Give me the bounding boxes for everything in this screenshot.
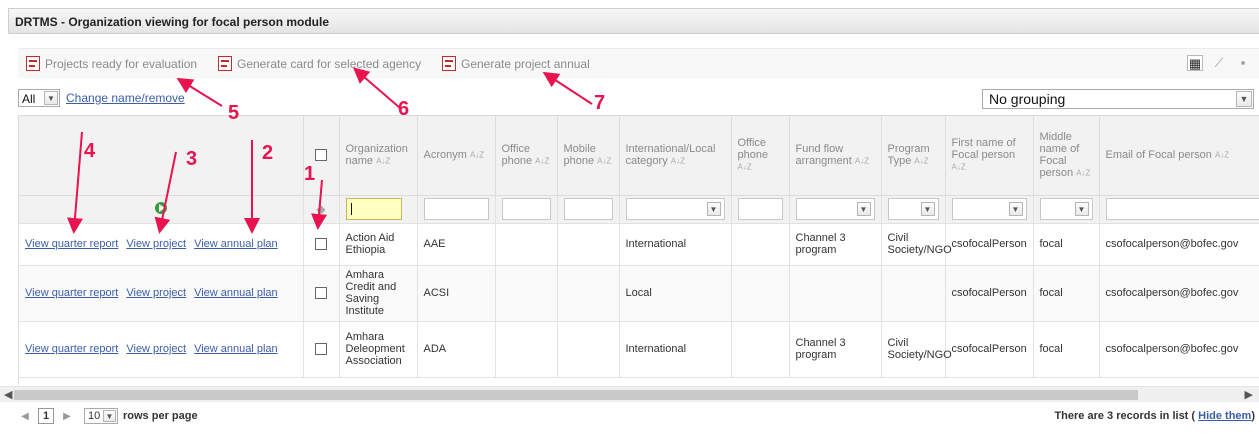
annotation-6: 6 <box>398 98 410 120</box>
annotation-5: 5 <box>228 102 240 124</box>
annotation-arrow-1 <box>311 179 328 230</box>
annotation-1: 1 <box>304 163 316 185</box>
annotation-arrow-6 <box>352 67 401 109</box>
annotation-4: 4 <box>84 140 96 162</box>
annotation-arrow-7 <box>542 71 593 105</box>
annotation-arrow-3 <box>154 151 177 234</box>
annotation-arrows <box>67 67 593 234</box>
annotation-3: 3 <box>186 148 198 170</box>
annotation-arrow-5 <box>176 77 223 107</box>
annotation-arrow-4 <box>67 131 83 234</box>
annotation-2: 2 <box>262 142 274 164</box>
annotation-7: 7 <box>594 92 606 114</box>
